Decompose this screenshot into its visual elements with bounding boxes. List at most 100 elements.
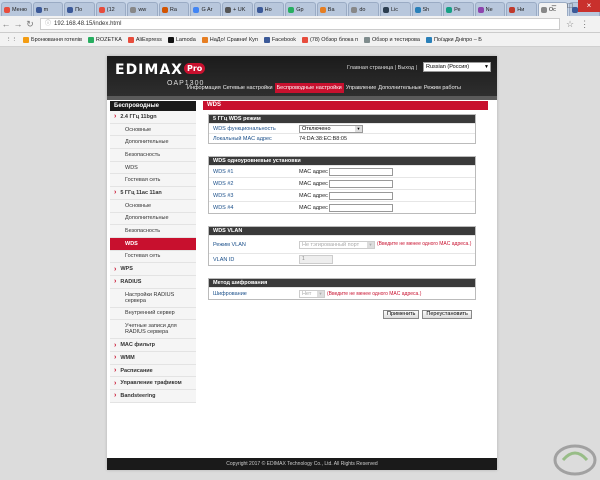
browser-tab[interactable]: Gp — [285, 2, 316, 16]
bookmark-item[interactable]: Бронювання готелів — [23, 36, 82, 43]
vlan-mode-value: Не тэгированный порт — [302, 242, 360, 248]
bookmark-label: Обзор и тестирова — [372, 36, 420, 43]
wds-peer-row: WDS #3 MAC адрес — [209, 189, 475, 201]
bookmark-favicon-icon — [127, 36, 134, 43]
sidebar-item[interactable]: Внутренний сервер — [110, 307, 196, 321]
browser-tab[interactable]: G Ar — [190, 2, 222, 16]
sidebar-item[interactable]: Безопасность — [110, 225, 196, 238]
sidebar-item[interactable]: 5 ГГц 11ac 11an — [110, 187, 196, 200]
tab-favicon-icon — [414, 6, 421, 13]
browser-tab[interactable]: ww — [127, 2, 158, 16]
browser-tab[interactable]: Ra — [158, 2, 190, 16]
nav-item[interactable]: Информация — [187, 83, 221, 93]
nav-item[interactable]: Режим работы — [424, 83, 461, 93]
bookmarks-bar: ⋮⋮ Бронювання готелів ROZETKA AliExpress La… — [0, 33, 600, 47]
back-icon[interactable]: ← — [0, 19, 12, 29]
brand-name: EDIMAX — [115, 62, 183, 78]
router-admin-page: EDIMAX Pro OAP1300 Главная страница | Вых… — [107, 56, 497, 470]
bookmark-item[interactable]: Facebook — [263, 36, 296, 43]
encryption-select[interactable]: Нет ▼ — [299, 289, 325, 298]
reload-icon[interactable]: ↻ — [24, 19, 36, 30]
sidebar-item[interactable]: MAC фильтр — [110, 339, 196, 352]
mac-address-input[interactable] — [329, 191, 393, 200]
tab-label: Ne — [485, 6, 493, 13]
wds-peer-label: WDS #1 — [213, 168, 234, 175]
vlan-id-label: VLAN ID — [213, 256, 235, 263]
browser-tab[interactable]: По — [64, 2, 95, 16]
page-info-icon[interactable]: ⓘ — [45, 19, 51, 30]
browser-tab[interactable]: Ne — [474, 2, 506, 16]
nav-item[interactable]: Сетевые настройки — [223, 83, 273, 93]
tab-label: Ре — [454, 6, 461, 13]
browser-tab[interactable]: Но — [253, 2, 285, 16]
nav-item[interactable]: Беспроводные настройки — [274, 83, 344, 93]
top-links[interactable]: Главная страница | Выход | — [347, 65, 417, 71]
browser-tab[interactable]: do — [348, 2, 379, 16]
bookmark-item[interactable]: НаДо! Сравни! Куп — [201, 36, 258, 43]
maximize-icon[interactable]: □ — [562, 0, 578, 12]
minimize-icon[interactable]: – — [546, 0, 562, 12]
sidebar-item[interactable]: Гостевая сеть — [110, 250, 196, 264]
bookmark-item[interactable]: ROZETKA — [87, 36, 122, 43]
sidebar-item[interactable]: Основные — [110, 199, 196, 213]
bookmark-item[interactable]: Lamoda — [167, 36, 196, 43]
mac-address-input[interactable] — [329, 167, 393, 176]
forward-icon[interactable]: → — [12, 19, 24, 29]
tab-label: (12 — [106, 6, 115, 13]
tab-favicon-icon — [193, 6, 200, 13]
vlan-id-input[interactable]: 1 — [299, 255, 333, 264]
sidebar-item[interactable]: WPS — [110, 263, 196, 276]
bookmark-item[interactable]: (78) Обзор блока п — [301, 36, 358, 43]
tab-favicon-icon — [477, 6, 484, 13]
bookmark-item[interactable]: Обзор и тестирова — [364, 36, 420, 43]
browser-tab[interactable]: Ва — [316, 2, 348, 16]
sidebar-item[interactable]: WDS — [110, 161, 196, 175]
sidebar-item[interactable]: 2.4 ГГц 11bgn — [110, 111, 196, 124]
sidebar-item[interactable]: Bandsteering — [110, 390, 196, 403]
sidebar-item[interactable]: Основные — [110, 123, 196, 137]
sidebar-item[interactable]: Управление трафиком — [110, 377, 196, 391]
browser-tab[interactable]: Lic — [379, 2, 411, 16]
sidebar-item[interactable]: Дополнительные — [110, 212, 196, 226]
sidebar-item[interactable]: Настройки RADIUS сервера — [110, 288, 196, 308]
sidebar-item[interactable]: WMM — [110, 352, 196, 365]
browser-tab[interactable]: Ре — [443, 2, 474, 16]
reset-button[interactable]: Переустановить — [422, 310, 472, 319]
mac-address-input[interactable] — [329, 203, 393, 212]
url-input[interactable]: ⓘ 192.168.48.15/index.html — [40, 18, 560, 30]
tab-favicon-icon — [35, 6, 42, 13]
browser-tab[interactable]: Ни — [506, 2, 537, 16]
panel-heading: WDS VLAN — [209, 227, 475, 235]
apps-icon[interactable]: ⋮⋮ — [6, 37, 17, 43]
url-text: 192.168.48.15/index.html — [54, 20, 122, 27]
sidebar-item[interactable]: Гостевая сеть — [110, 174, 196, 188]
vlan-mode-select[interactable]: Не тэгированный порт ▼ — [299, 241, 375, 249]
browser-tab[interactable]: + UK — [222, 2, 253, 16]
panel-heading: WDS одноуровневые установки — [209, 157, 475, 165]
tab-favicon-icon — [4, 6, 10, 13]
nav-item[interactable]: Управление — [346, 83, 377, 93]
bookmark-item[interactable]: Поїздки Дніпро – Б — [425, 36, 482, 43]
close-icon[interactable]: × — [578, 0, 600, 12]
nav-item[interactable]: Дополнительные — [378, 83, 422, 93]
sidebar-item[interactable]: Дополнительные — [110, 136, 196, 150]
wds-function-select[interactable]: Отключено ▼ — [299, 124, 363, 133]
sidebar-item[interactable]: RADIUS — [110, 275, 196, 289]
bookmark-item[interactable]: AliExpress — [127, 36, 162, 43]
bookmark-star-icon[interactable]: ☆ — [566, 19, 574, 30]
browser-tab[interactable]: Sh — [411, 2, 443, 16]
sidebar-item[interactable]: WDS — [110, 237, 196, 251]
mac-address-input[interactable] — [329, 179, 393, 188]
browser-tab[interactable]: m — [32, 2, 64, 16]
browser-tab[interactable]: (12 — [95, 2, 127, 16]
browser-tab[interactable]: Меню — [1, 2, 32, 16]
sidebar-item[interactable]: Расписание — [110, 364, 196, 378]
sidebar-item[interactable]: Учетные записи для RADIUS сервера — [110, 320, 196, 340]
browser-menu-icon[interactable]: ⋮ — [580, 19, 589, 30]
sidebar-item[interactable]: Безопасность — [110, 149, 196, 162]
tab-favicon-icon — [319, 6, 326, 13]
apply-button[interactable]: Применить — [383, 310, 420, 319]
vlan-mode-row: Режим VLAN Не тэгированный порт ▼ (Введит… — [209, 235, 475, 253]
main-content: WDS 5 ГГц WDS режим WDS функциональность… — [203, 101, 488, 319]
language-select[interactable]: Russian (Россия) ▼ — [423, 62, 491, 72]
